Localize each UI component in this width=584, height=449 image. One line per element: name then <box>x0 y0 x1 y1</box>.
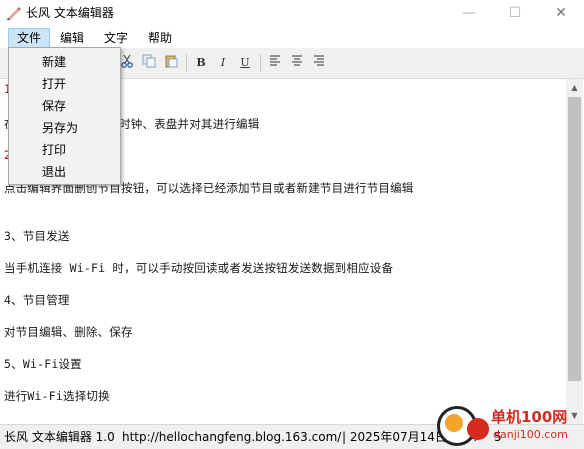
watermark-logo-icon <box>445 414 463 432</box>
editor-line: 3、节目发送 <box>4 229 70 243</box>
maximize-button[interactable]: ☐ <box>492 0 538 26</box>
menu-item-print[interactable]: 打印 <box>42 142 66 158</box>
menu-help[interactable]: 帮助 <box>142 29 178 47</box>
minimize-button[interactable]: — <box>446 0 492 26</box>
pencil-app-icon <box>7 7 21 20</box>
underline-button[interactable]: U <box>236 54 254 72</box>
status-url: http://hellochangfeng.blog.163.com/ <box>122 430 342 444</box>
menu-bar: 文件 编辑 文字 帮助 <box>0 26 584 48</box>
menu-text[interactable]: 文字 <box>98 29 134 47</box>
watermark-logo-icon <box>467 418 489 440</box>
bold-button[interactable]: B <box>192 54 210 72</box>
menu-item-open[interactable]: 打开 <box>42 76 66 92</box>
menu-item-save-as[interactable]: 另存为 <box>42 120 78 136</box>
status-app-version: 长风 文本编辑器 1.0 <box>4 430 115 444</box>
site-watermark: 单机100网 danji100.com <box>433 398 584 448</box>
toolbar-divider <box>260 54 261 72</box>
menu-edit[interactable]: 编辑 <box>56 29 88 47</box>
vertical-scrollbar[interactable]: ▲ ▼ <box>566 79 583 424</box>
watermark-brand: 单机100网 <box>491 408 568 426</box>
align-right-icon[interactable] <box>310 54 328 72</box>
copy-icon[interactable] <box>140 54 158 72</box>
align-left-icon[interactable] <box>266 54 284 72</box>
paste-icon[interactable] <box>162 54 180 72</box>
editor-line: 5、Wi-Fi设置 <box>4 357 82 371</box>
file-menu-dropdown: 新建 打开 保存 另存为 打印 退出 <box>8 47 121 185</box>
italic-button[interactable]: I <box>214 54 232 72</box>
close-button[interactable]: ✕ <box>538 0 584 26</box>
editor-line: 对节目编辑、删除、保存 <box>4 325 133 339</box>
title-bar: 长风 文本编辑器 — ☐ ✕ <box>0 0 584 26</box>
scroll-up-arrow-icon[interactable]: ▲ <box>566 79 583 96</box>
editor-line: 时钟、表盘并对其进行编辑 <box>119 117 260 131</box>
window-title: 长风 文本编辑器 <box>26 6 114 20</box>
editor-line: 4、节目管理 <box>4 293 70 307</box>
watermark-site: danji100.com <box>493 428 568 441</box>
editor-line: 当手机连接 Wi-Fi 时，可以手动按回读或者发送按钮发送数据到相应设备 <box>4 261 394 275</box>
menu-item-exit[interactable]: 退出 <box>42 164 66 180</box>
menu-item-new[interactable]: 新建 <box>42 54 66 70</box>
menu-item-save[interactable]: 保存 <box>42 98 66 114</box>
toolbar-divider <box>186 54 187 72</box>
scrollbar-thumb[interactable] <box>568 97 581 381</box>
align-center-icon[interactable] <box>288 54 306 72</box>
editor-line: 进行Wi-Fi选择切换 <box>4 389 110 403</box>
menu-file[interactable]: 文件 <box>8 28 50 48</box>
